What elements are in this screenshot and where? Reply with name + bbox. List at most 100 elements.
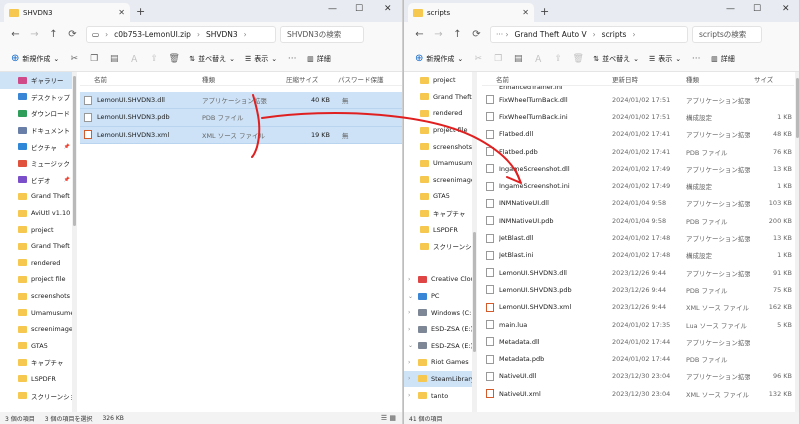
new-tab-button[interactable]: + bbox=[540, 5, 549, 18]
file-list-scrollbar[interactable] bbox=[795, 72, 799, 412]
file-row[interactable]: JetBlast.dll 2024/01/02 17:48 アプリケーション拡張 13… bbox=[482, 229, 794, 246]
up-icon[interactable]: ↑ bbox=[448, 29, 467, 40]
address-bar[interactable]: ··· › Grand Theft Auto V › scripts › bbox=[490, 25, 688, 43]
file-row[interactable]: Metadata.dll 2024/01/02 17:44 アプリケーション拡張 bbox=[482, 333, 794, 350]
nav-item[interactable]: ミュージック📌 bbox=[0, 155, 72, 172]
up-icon[interactable]: ↑ bbox=[44, 29, 63, 40]
column-header-type[interactable]: 種類 bbox=[682, 74, 750, 84]
nav-item[interactable]: › Riot Games bbox=[404, 354, 472, 371]
file-row[interactable]: Flatbed.dll 2024/01/02 17:41 アプリケーション拡張 48 … bbox=[482, 126, 794, 143]
nav-item[interactable]: Umamusume bbox=[404, 155, 472, 172]
back-icon[interactable]: ← bbox=[6, 29, 25, 40]
chevron-icon[interactable]: › bbox=[408, 309, 414, 316]
nav-item[interactable]: ダウンロード📌 bbox=[0, 105, 72, 122]
file-row[interactable]: LemonUI.SHVDN3.dll アプリケーション拡張 40 KB 無 bbox=[80, 92, 402, 110]
tab-shvdn3[interactable]: SHVDN3 ✕ bbox=[4, 3, 130, 22]
column-header-name[interactable]: 名前 bbox=[482, 74, 608, 84]
more-icon[interactable]: ··· bbox=[686, 54, 706, 64]
rename-icon[interactable]: Ａ bbox=[124, 52, 144, 65]
chevron-icon[interactable]: › bbox=[408, 276, 414, 283]
file-row[interactable]: FixWheelTurnBack.dll 2024/01/02 17:51 アプリケ… bbox=[482, 91, 794, 108]
rename-icon[interactable]: Ａ bbox=[528, 52, 548, 65]
nav-item[interactable]: ⌄ ESD-ZSA (E:) bbox=[404, 338, 472, 355]
nav-item[interactable]: ⌄ PC bbox=[404, 288, 472, 305]
details-button[interactable]: ▥ 詳細 bbox=[302, 54, 336, 64]
share-icon[interactable]: ⇪ bbox=[144, 54, 164, 64]
nav-scrollbar[interactable] bbox=[472, 72, 477, 412]
nav-item[interactable]: ビデオ 📌 bbox=[0, 172, 72, 189]
file-row[interactable]: LemonUI.SHVDN3.dll 2023/12/26 9:44 アプリケーショ… bbox=[482, 264, 794, 281]
file-row[interactable]: NativeUI.dll 2023/12/30 23:04 アプリケーション拡張 96… bbox=[482, 368, 794, 385]
file-row[interactable]: LemonUI.SHVDN3.pdb 2023/12/26 9:44 PDB ファイ… bbox=[482, 281, 794, 298]
column-header-compressed[interactable]: 圧縮サイズ bbox=[282, 74, 334, 84]
close-tab-icon[interactable]: ✕ bbox=[118, 8, 125, 17]
nav-item[interactable]: project bbox=[404, 72, 472, 89]
nav-item[interactable]: › Creative Cloud bbox=[404, 271, 472, 288]
nav-item[interactable]: rendered bbox=[0, 255, 72, 272]
file-row[interactable]: JetBlast.ini 2024/01/02 17:48 構成設定 1 KB bbox=[482, 247, 794, 264]
column-header-password[interactable]: パスワード保護 bbox=[334, 74, 394, 84]
nav-item[interactable]: キャプチャ bbox=[0, 354, 72, 371]
nav-item[interactable]: AviUtl v1.10 bbox=[0, 205, 72, 222]
nav-item[interactable]: › SteamLibrary bbox=[404, 370, 472, 388]
file-row[interactable]: Flatbed.pdb 2024/01/02 17:41 PDB ファイル 76 KB bbox=[482, 143, 794, 160]
nav-item[interactable]: project file bbox=[404, 122, 472, 139]
nav-item[interactable]: › Windows (C:) bbox=[404, 304, 472, 321]
nav-item[interactable]: スクリーンショット bbox=[404, 238, 472, 255]
file-row[interactable]: LemonUI.SHVDN3.xml 2023/12/26 9:44 XML ソース… bbox=[482, 299, 794, 316]
close-icon[interactable]: ✕ bbox=[782, 4, 790, 14]
file-row[interactable]: IngameScreenshot.ini 2024/01/02 17:49 構成設定… bbox=[482, 177, 794, 194]
breadcrumb-item[interactable]: SHVDN3 bbox=[206, 30, 238, 39]
nav-item[interactable]: キャプチャ bbox=[404, 205, 472, 222]
details-button[interactable]: ▥ 詳細 bbox=[706, 54, 740, 64]
view-button[interactable]: ☰ 表示 ⌄ bbox=[240, 54, 282, 64]
sort-button[interactable]: ⇅ 並べ替え ⌄ bbox=[588, 54, 644, 64]
file-row[interactable]: IngameScreenshot.dll 2024/01/02 17:49 アプリケ… bbox=[482, 160, 794, 177]
column-header-name[interactable]: 名前 bbox=[80, 74, 198, 84]
minimize-icon[interactable]: — bbox=[726, 4, 735, 14]
copy-icon[interactable]: ❐ bbox=[84, 54, 104, 64]
view-toggle-icon[interactable]: ☰ ▦ bbox=[381, 414, 402, 422]
chevron-icon[interactable]: › bbox=[408, 326, 414, 333]
nav-item[interactable]: project file bbox=[0, 271, 72, 288]
chevron-icon[interactable]: › bbox=[408, 375, 414, 382]
tab-scripts[interactable]: scripts ✕ bbox=[408, 3, 534, 22]
nav-item[interactable]: ドキュメント📌 bbox=[0, 122, 72, 139]
copy-icon[interactable]: ❐ bbox=[488, 54, 508, 64]
paste-icon[interactable]: ▤ bbox=[508, 54, 528, 64]
search-input[interactable]: scriptsの検索 bbox=[692, 25, 762, 43]
nav-item[interactable]: ギャラリー bbox=[0, 72, 72, 89]
nav-item[interactable]: Umamusume bbox=[0, 304, 72, 321]
breadcrumb-item[interactable]: scripts bbox=[602, 30, 627, 39]
column-header-date[interactable]: 更新日時 bbox=[608, 74, 682, 84]
refresh-icon[interactable]: ⟳ bbox=[63, 29, 82, 40]
nav-item[interactable]: screenimage bbox=[404, 172, 472, 189]
cut-icon[interactable]: ✂ bbox=[468, 54, 488, 64]
nav-item[interactable]: GTA5 bbox=[404, 188, 472, 205]
nav-item[interactable]: ピクチャ 📌 bbox=[0, 138, 72, 155]
delete-icon[interactable]: 🗑 bbox=[568, 54, 588, 64]
nav-item[interactable]: GTA5 bbox=[0, 338, 72, 355]
file-row[interactable]: LemonUI.SHVDN3.xml XML ソース ファイル 19 KB 無 bbox=[80, 126, 402, 144]
nav-item[interactable]: screenshots bbox=[404, 138, 472, 155]
chevron-icon[interactable]: ⌄ bbox=[408, 293, 414, 300]
nav-item[interactable]: › tanto bbox=[404, 387, 472, 404]
file-row[interactable]: INMNativeUI.dll 2024/01/04 9:58 アプリケーション拡張… bbox=[482, 195, 794, 212]
search-input[interactable]: SHVDN3の検索 bbox=[280, 25, 364, 43]
paste-icon[interactable]: ▤ bbox=[104, 54, 124, 64]
nav-item[interactable]: Grand Theft bbox=[0, 238, 72, 255]
chevron-icon[interactable]: ⌄ bbox=[408, 342, 414, 349]
file-row[interactable]: main.lua 2024/01/02 17:35 Lua ソース ファイル 5 KB bbox=[482, 316, 794, 333]
refresh-icon[interactable]: ⟳ bbox=[467, 29, 486, 40]
column-header-type[interactable]: 種類 bbox=[198, 74, 282, 84]
file-row[interactable]: NativeUI.xml 2023/12/30 23:04 XML ソース ファイル… bbox=[482, 385, 794, 402]
nav-item[interactable]: screenshots bbox=[0, 288, 72, 305]
close-icon[interactable]: ✕ bbox=[384, 4, 392, 14]
nav-scrollbar[interactable] bbox=[72, 72, 77, 412]
cut-icon[interactable]: ✂ bbox=[64, 54, 84, 64]
forward-icon[interactable]: → bbox=[429, 29, 448, 40]
nav-item[interactable]: › ESD-ZSA (E:) bbox=[404, 321, 472, 338]
maximize-icon[interactable]: ☐ bbox=[355, 4, 363, 14]
maximize-icon[interactable]: ☐ bbox=[753, 4, 761, 14]
nav-item[interactable]: rendered bbox=[404, 105, 472, 122]
